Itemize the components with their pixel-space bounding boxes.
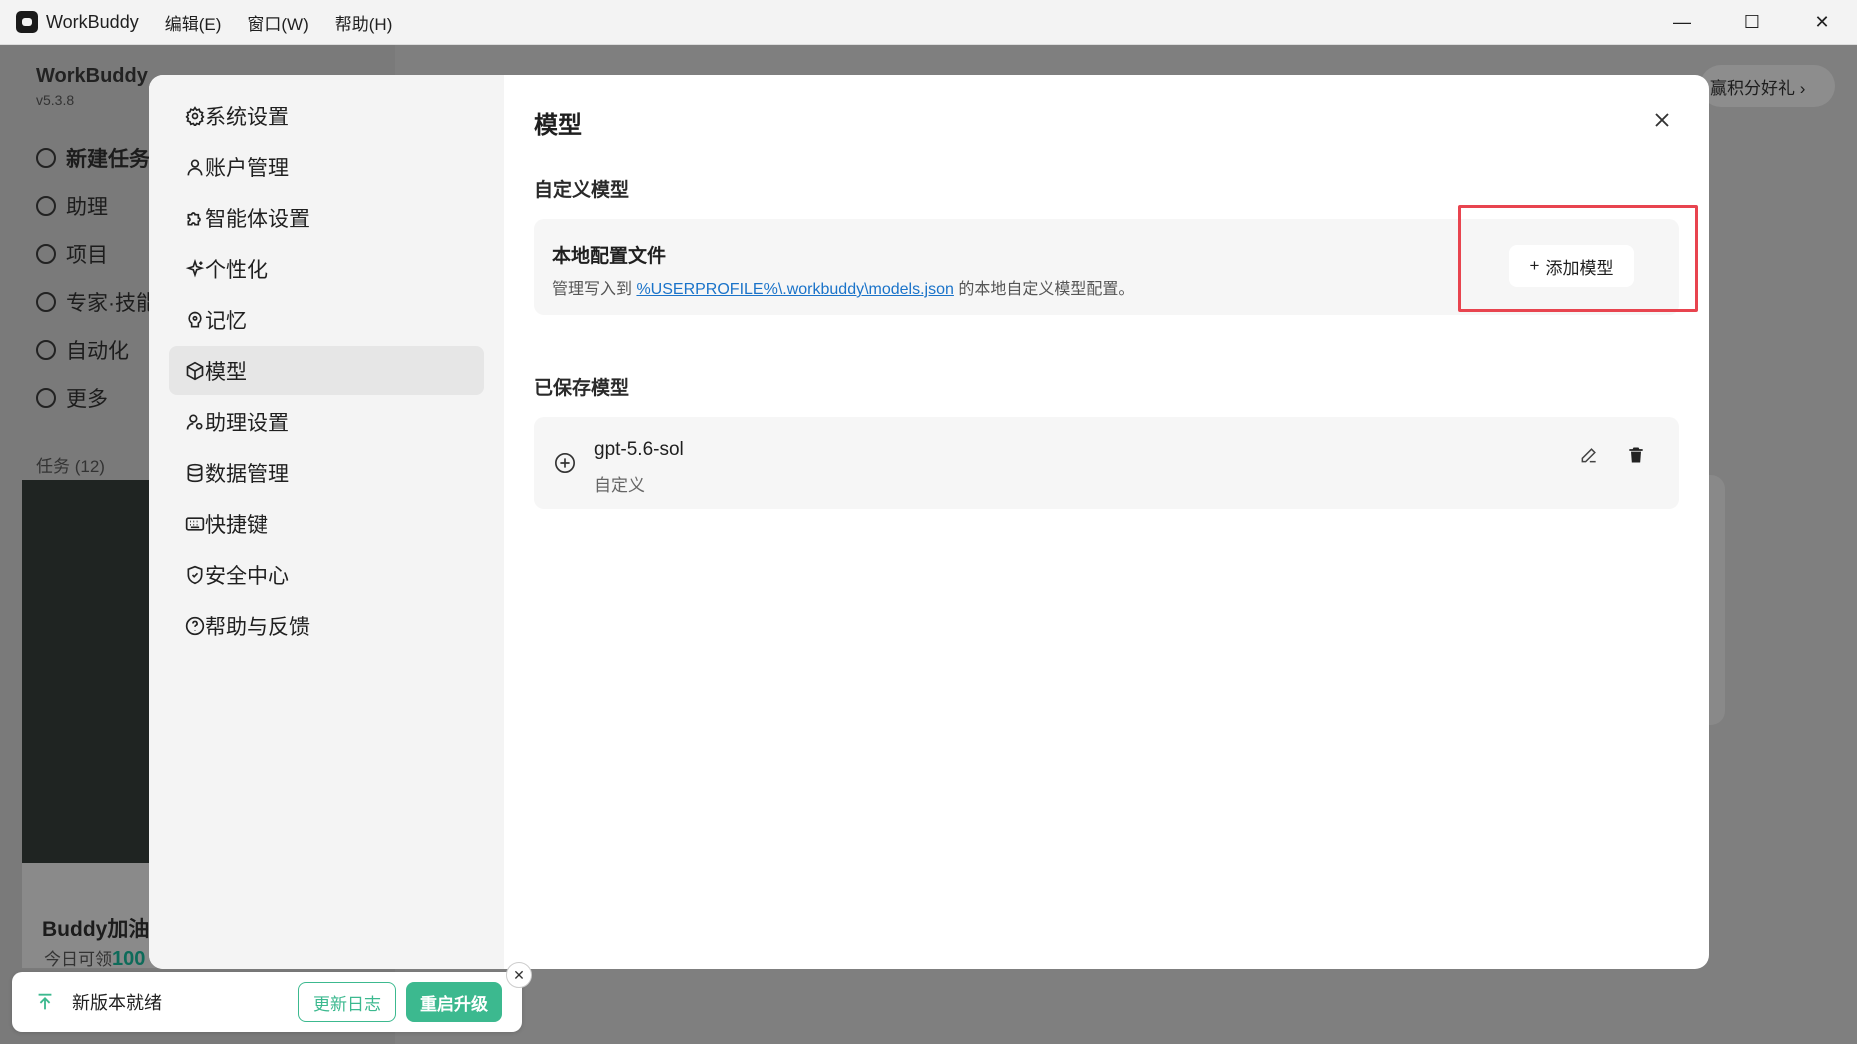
- settings-nav-assistant[interactable]: 助理设置: [169, 397, 484, 446]
- settings-nav-label: 系统设置: [205, 105, 289, 129]
- changelog-button[interactable]: 更新日志: [298, 982, 396, 1022]
- settings-nav-label: 帮助与反馈: [205, 615, 310, 639]
- keyboard-icon: [185, 514, 205, 534]
- add-circle-icon: [555, 453, 575, 473]
- modal-close-button[interactable]: [1645, 103, 1679, 137]
- config-title: 本地配置文件: [552, 246, 667, 267]
- grid-icon: [36, 388, 56, 408]
- promo-card-sub: 今日可领100: [44, 945, 145, 971]
- highlight-annotation-box: [1458, 205, 1698, 312]
- settings-nav-label: 数据管理: [205, 462, 289, 486]
- bg-nav-assistant: 助理: [36, 191, 108, 221]
- window-close-button[interactable]: ✕: [1787, 0, 1857, 45]
- config-path-link[interactable]: %USERPROFILE%\.workbuddy\models.json: [636, 281, 953, 298]
- app-name: WorkBuddy: [46, 11, 139, 32]
- upgrade-arrow-icon: [38, 993, 52, 1010]
- config-desc-prefix: 管理写入到: [552, 281, 637, 298]
- settings-nav-label: 账户管理: [205, 156, 289, 180]
- page-title: 模型: [534, 112, 582, 139]
- bg-nav-label: 更多: [66, 388, 108, 411]
- settings-nav-label: 快捷键: [205, 513, 268, 537]
- maximize-button[interactable]: ☐: [1717, 0, 1787, 45]
- minimize-button[interactable]: —: [1647, 0, 1717, 45]
- update-toast: 新版本就绪 更新日志 重启升级: [12, 972, 522, 1032]
- assistant-icon: [36, 196, 56, 216]
- saved-models-heading: 已保存模型: [534, 378, 630, 399]
- config-description: 管理写入到 %USERPROFILE%\.workbuddy\models.js…: [552, 275, 1134, 299]
- bg-nav-label: 自动化: [66, 340, 129, 363]
- close-icon: ✕: [513, 966, 525, 983]
- bg-nav-label: 项目: [66, 244, 108, 267]
- settings-nav-label: 记忆: [205, 309, 247, 333]
- promo-card-sub-text: 今日可领: [44, 950, 112, 969]
- user-icon: [185, 157, 205, 177]
- settings-nav-label: 助理设置: [205, 411, 289, 435]
- project-icon: [36, 244, 56, 264]
- bg-nav-new-task: 新建任务: [36, 143, 150, 173]
- gear-icon: [185, 106, 205, 126]
- settings-nav-security[interactable]: 安全中心: [169, 550, 484, 599]
- config-desc-suffix: 的本地自定义模型配置。: [953, 281, 1135, 298]
- trash-icon[interactable]: [1626, 445, 1646, 465]
- restart-upgrade-button[interactable]: 重启升级: [406, 982, 502, 1022]
- background-preview: [22, 480, 157, 863]
- background-version: v5.3.8: [36, 92, 75, 108]
- menu-help[interactable]: 帮助(H): [335, 10, 393, 35]
- model-name: gpt-5.6-sol: [594, 439, 684, 460]
- app-logo-icon: [16, 11, 38, 33]
- bg-nav-automation: 自动化: [36, 335, 129, 365]
- expert-icon: [36, 292, 56, 312]
- settings-nav-label: 模型: [205, 360, 247, 384]
- database-icon: [185, 463, 205, 483]
- settings-nav-agent[interactable]: 智能体设置: [169, 193, 484, 242]
- settings-nav-memory[interactable]: 记忆: [169, 295, 484, 344]
- sparkle-icon: [185, 259, 205, 279]
- title-bar: WorkBuddy 编辑(E) 窗口(W) 帮助(H) — ☐ ✕: [0, 0, 1857, 45]
- toast-close-button[interactable]: ✕: [506, 962, 532, 988]
- settings-nav-label: 智能体设置: [205, 207, 310, 231]
- shield-icon: [185, 565, 205, 585]
- help-icon: [185, 616, 205, 636]
- settings-nav-system[interactable]: 系统设置: [169, 91, 484, 140]
- bg-nav-label: 助理: [66, 196, 108, 219]
- settings-nav-data[interactable]: 数据管理: [169, 448, 484, 497]
- brain-icon: [185, 310, 205, 330]
- bg-nav-label: 新建任务: [66, 148, 150, 171]
- model-tag: 自定义: [594, 476, 645, 495]
- window-controls: — ☐ ✕: [1647, 0, 1857, 45]
- bg-nav-label: 专家·技能: [66, 292, 157, 315]
- settings-nav-shortcuts[interactable]: 快捷键: [169, 499, 484, 548]
- settings-nav-help[interactable]: 帮助与反馈: [169, 601, 484, 650]
- menu-window[interactable]: 窗口(W): [247, 10, 308, 35]
- user-gear-icon: [185, 412, 205, 432]
- background-tasks-label: 任务 (12): [36, 457, 105, 476]
- close-icon: [1655, 113, 1669, 127]
- background-promo-card: Buddy加油站 今日可领100: [22, 863, 170, 971]
- promo-card-amount: 100: [112, 948, 146, 970]
- bg-nav-project: 项目: [36, 239, 108, 269]
- settings-nav-personalize[interactable]: 个性化: [169, 244, 484, 293]
- custom-models-heading: 自定义模型: [534, 180, 630, 201]
- bg-nav-experts: 专家·技能: [36, 287, 157, 317]
- edit-icon[interactable]: [1579, 445, 1599, 465]
- puzzle-icon: [185, 208, 205, 228]
- settings-nav-label: 安全中心: [205, 564, 289, 588]
- cube-icon: [185, 361, 205, 381]
- plus-circle-icon: [36, 148, 56, 168]
- model-list-item[interactable]: gpt-5.6-sol 自定义: [534, 417, 1679, 509]
- settings-nav-account[interactable]: 账户管理: [169, 142, 484, 191]
- settings-nav-label: 个性化: [205, 258, 268, 282]
- bg-nav-more: 更多: [36, 383, 108, 413]
- menu-edit[interactable]: 编辑(E): [165, 10, 222, 35]
- background-promo-pill: 赢积分好礼 ›: [1700, 65, 1835, 107]
- update-toast-text: 新版本就绪: [72, 993, 162, 1013]
- alarm-icon: [36, 340, 56, 360]
- background-brand: WorkBuddy: [36, 65, 148, 87]
- settings-nav-model[interactable]: 模型: [169, 346, 484, 395]
- settings-sidebar: 系统设置 账户管理 智能体设置 个性化 记忆 模型 助理设置 数据管理 快捷键 …: [149, 75, 504, 969]
